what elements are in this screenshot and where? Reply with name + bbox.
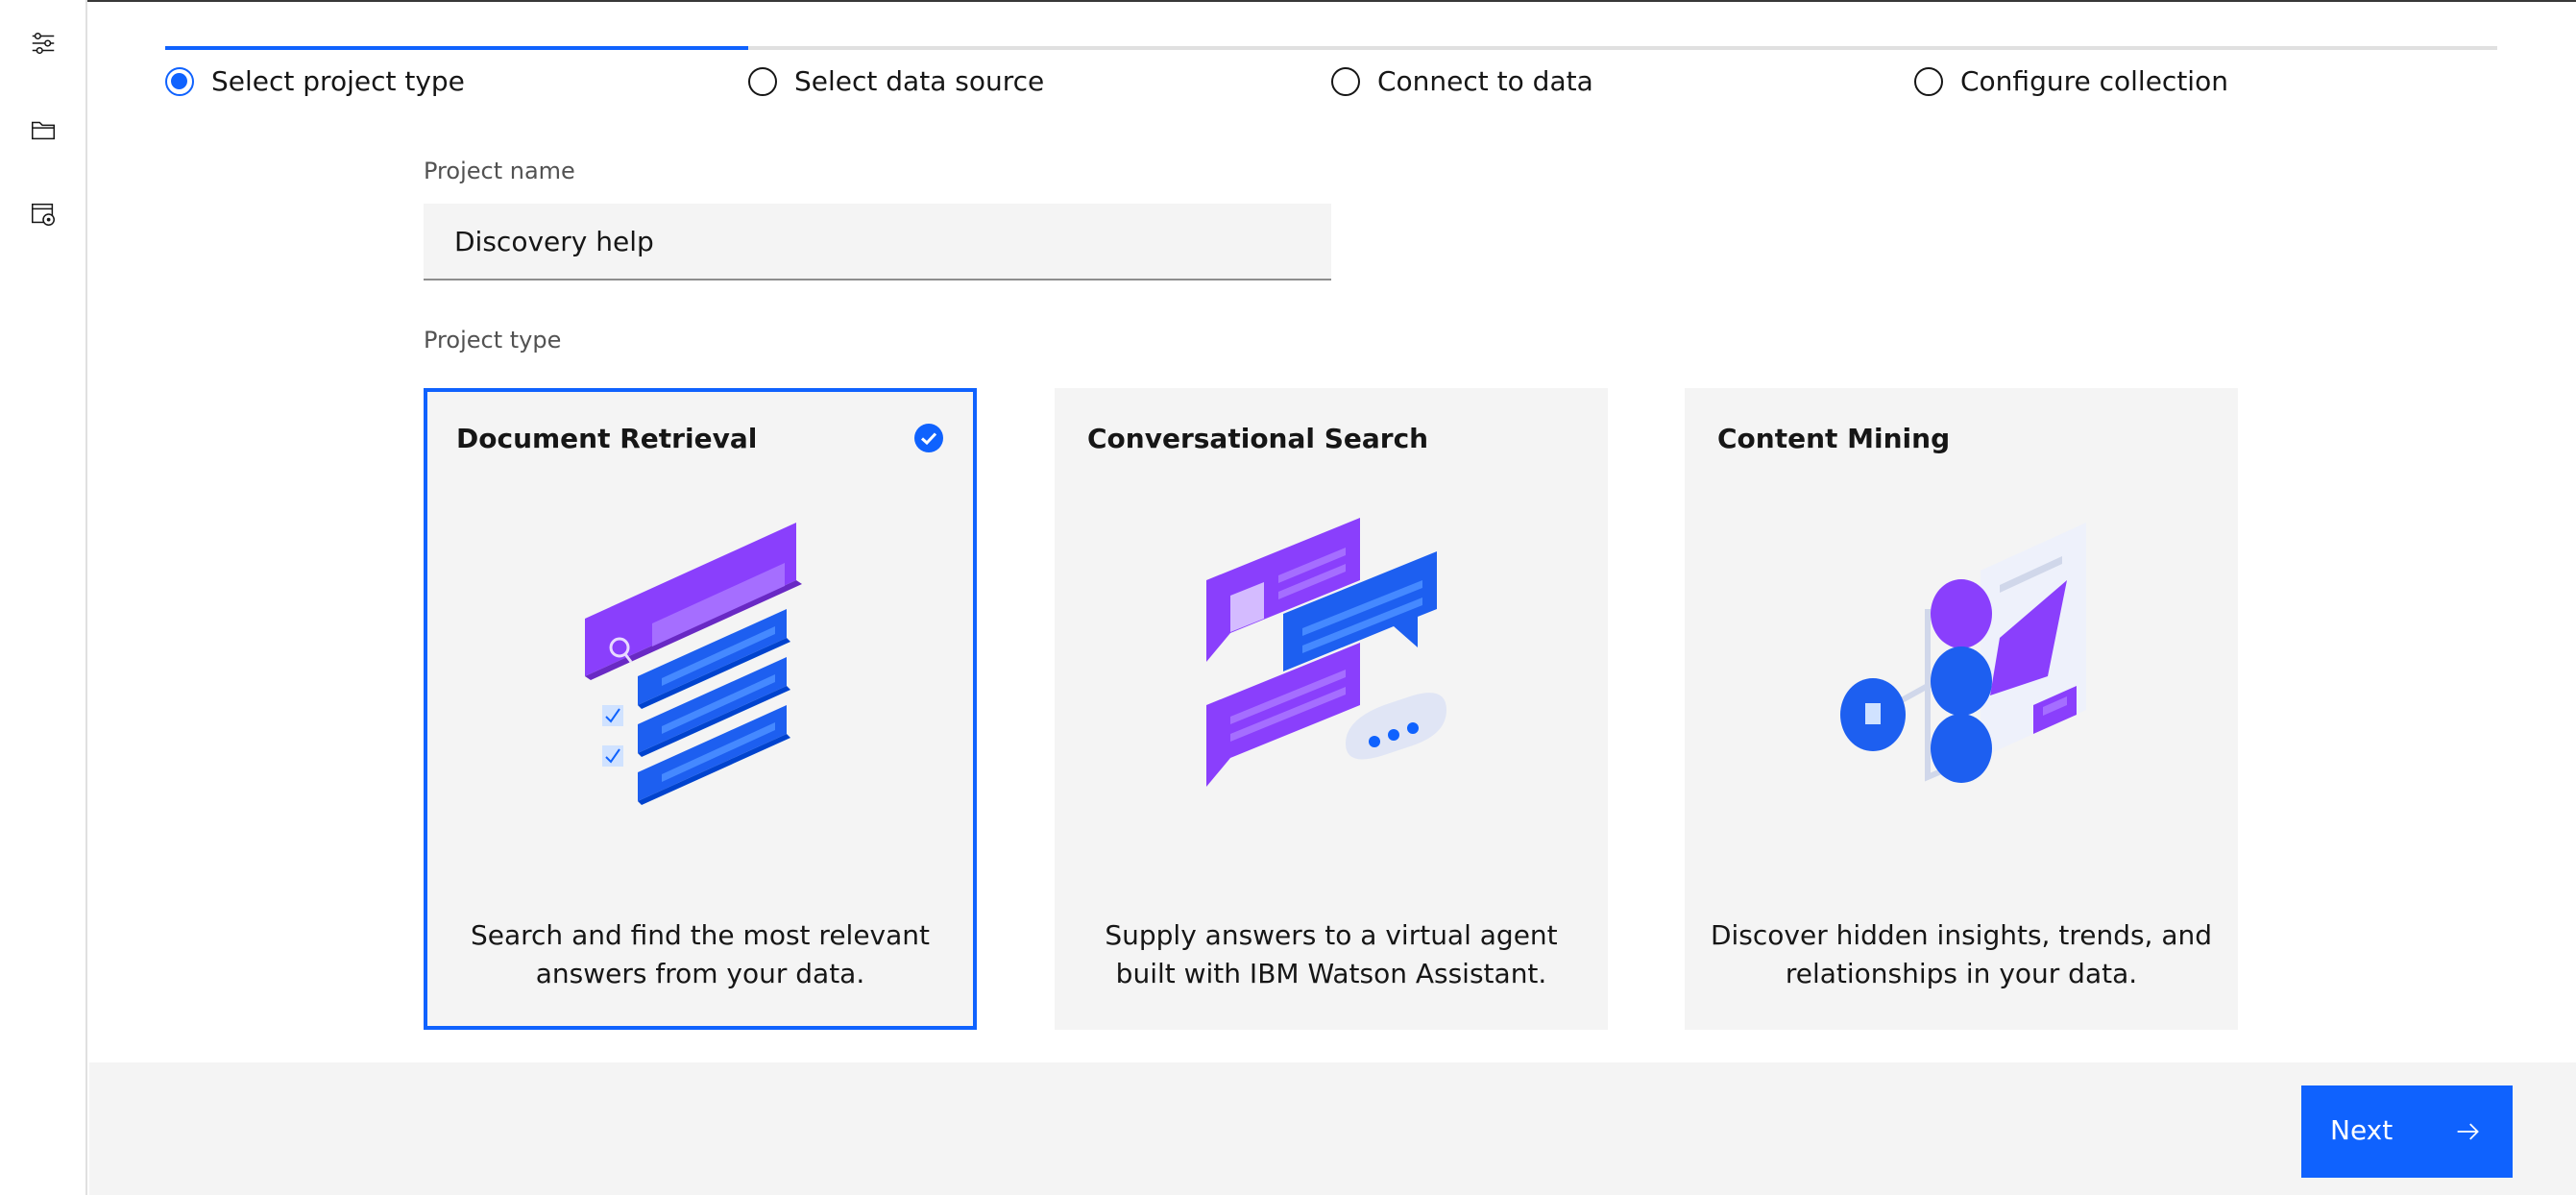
next-button-label: Next [2330, 1114, 2394, 1146]
step-incomplete-icon [1331, 67, 1360, 96]
card-description: Search and find the most relevant answer… [470, 919, 931, 989]
conversational-search-illustration [1206, 518, 1446, 787]
card-document-retrieval[interactable]: Document Retrieval Search and find the m… [424, 388, 977, 1030]
next-button[interactable]: Next [2301, 1085, 2513, 1178]
step-select-project-type[interactable]: Select project type [165, 46, 748, 123]
card-title: Conversational Search [1087, 423, 1429, 454]
step-label: Connect to data [1377, 65, 1593, 97]
card-title: Document Retrieval [456, 423, 758, 454]
left-sidebar [0, 0, 87, 1195]
card-content-mining[interactable]: Content Mining Discover hidden insights,… [1685, 388, 2238, 1030]
sidebar-folder-button[interactable] [21, 108, 65, 152]
step-progress-bar [748, 46, 1331, 50]
data-collection-icon [32, 203, 55, 226]
step-current-icon [165, 67, 194, 96]
folder-icon [32, 121, 55, 140]
step-progress-bar [165, 46, 748, 50]
project-type-label: Project type [424, 327, 562, 354]
step-configure-collection[interactable]: Configure collection [1914, 46, 2497, 123]
step-select-data-source[interactable]: Select data source [748, 46, 1331, 123]
project-name-input[interactable] [424, 204, 1331, 280]
checkmark-filled-icon [914, 424, 943, 452]
footer-bar [89, 1062, 2576, 1195]
step-label: Configure collection [1960, 65, 2228, 97]
step-progress-bar [1914, 46, 2497, 50]
top-border [0, 0, 2576, 2]
step-progress-bar [1331, 46, 1914, 50]
card-description: Discover hidden insights, trends, and re… [1710, 919, 2213, 989]
card-description: Supply answers to a virtual agent built … [1105, 919, 1558, 989]
card-conversational-search[interactable]: Conversational Search Supply answers to … [1055, 388, 1608, 1030]
step-incomplete-icon [748, 67, 777, 96]
sidebar-settings-button[interactable] [21, 21, 65, 65]
settings-sliders-icon [32, 32, 55, 55]
step-incomplete-icon [1914, 67, 1943, 96]
content-mining-illustration [1840, 523, 2086, 783]
arrow-right-icon [2457, 1123, 2479, 1140]
project-name-label: Project name [424, 158, 575, 184]
sidebar-collections-button[interactable] [21, 192, 65, 236]
card-title: Content Mining [1717, 423, 1951, 454]
step-label: Select project type [211, 65, 465, 97]
step-connect-to-data[interactable]: Connect to data [1331, 46, 1914, 123]
step-label: Select data source [794, 65, 1045, 97]
document-retrieval-illustration [585, 523, 802, 805]
